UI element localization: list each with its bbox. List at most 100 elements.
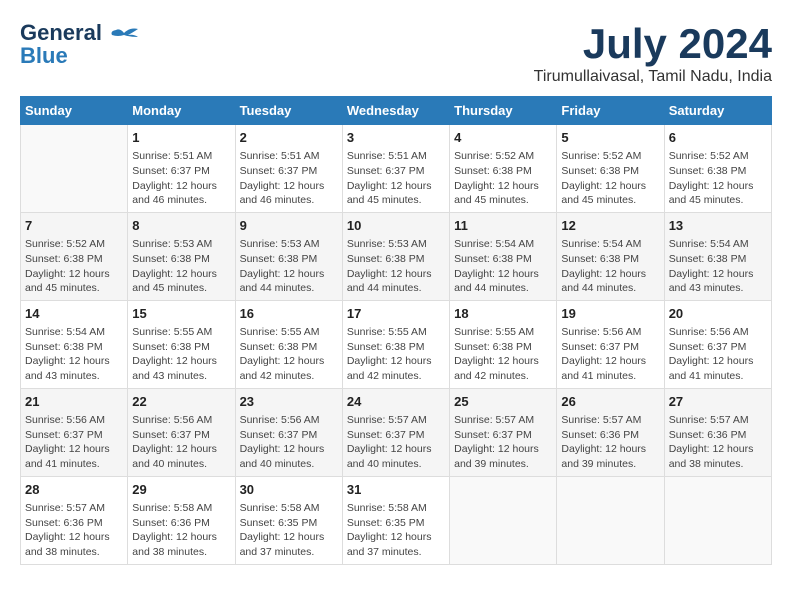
- day-number: 7: [25, 217, 123, 235]
- day-number: 1: [132, 129, 230, 147]
- calendar-cell: 21 Sunrise: 5:56 AM Sunset: 6:37 PM Dayli…: [21, 388, 128, 476]
- calendar-cell: 6Sunrise: 5:52 AM Sunset: 6:38 PM Daylig…: [664, 125, 771, 213]
- calendar-cell: 18 Sunrise: 5:55 AM Sunset: 6:38 PM Dayli…: [450, 300, 557, 388]
- day-number: 20: [669, 305, 767, 323]
- week-row-5: 28 Sunrise: 5:57 AM Sunset: 6:36 PM Dayli…: [21, 476, 772, 564]
- month-title: July 2024: [534, 20, 772, 68]
- day-number: 28: [25, 481, 123, 499]
- calendar-cell: 22Sunrise: 5:56 AM Sunset: 6:37 PM Dayli…: [128, 388, 235, 476]
- logo-bird-icon: [108, 25, 140, 47]
- day-number: 11: [454, 217, 552, 235]
- calendar-cell: 19Sunrise: 5:56 AM Sunset: 6:37 PM Dayli…: [557, 300, 664, 388]
- day-info: Sunrise: 5:51 AM Sunset: 6:37 PM Dayligh…: [132, 149, 230, 208]
- week-row-3: 14 Sunrise: 5:54 AM Sunset: 6:38 PM Dayli…: [21, 300, 772, 388]
- weekday-header-tuesday: Tuesday: [235, 97, 342, 125]
- weekday-header-sunday: Sunday: [21, 97, 128, 125]
- day-number: 2: [240, 129, 338, 147]
- day-number: 29: [132, 481, 230, 499]
- day-number: 14: [25, 305, 123, 323]
- day-number: 17: [347, 305, 445, 323]
- calendar-cell: [450, 476, 557, 564]
- calendar-cell: 9 Sunrise: 5:53 AM Sunset: 6:38 PM Daylig…: [235, 212, 342, 300]
- location: Tirumullaivasal, Tamil Nadu, India: [534, 68, 772, 86]
- calendar-cell: 29 Sunrise: 5:58 AM Sunset: 6:36 PM Dayli…: [128, 476, 235, 564]
- calendar-cell: 3 Sunrise: 5:51 AM Sunset: 6:37 PM Daylig…: [342, 125, 449, 213]
- day-info: Sunrise: 5:52 AM Sunset: 6:38 PM Dayligh…: [25, 237, 123, 296]
- calendar-cell: 11Sunrise: 5:54 AM Sunset: 6:38 PM Dayli…: [450, 212, 557, 300]
- day-info: Sunrise: 5:58 AM Sunset: 6:36 PM Dayligh…: [132, 501, 230, 560]
- calendar-cell: 4 Sunrise: 5:52 AM Sunset: 6:38 PM Daylig…: [450, 125, 557, 213]
- day-info: Sunrise: 5:55 AM Sunset: 6:38 PM Dayligh…: [240, 325, 338, 384]
- day-info: Sunrise: 5:56 AM Sunset: 6:37 PM Dayligh…: [25, 413, 123, 472]
- calendar-cell: 16 Sunrise: 5:55 AM Sunset: 6:38 PM Dayli…: [235, 300, 342, 388]
- calendar-cell: 28 Sunrise: 5:57 AM Sunset: 6:36 PM Dayli…: [21, 476, 128, 564]
- day-number: 6: [669, 129, 767, 147]
- calendar-cell: 5 Sunrise: 5:52 AM Sunset: 6:38 PM Daylig…: [557, 125, 664, 213]
- calendar-cell: [557, 476, 664, 564]
- week-row-2: 7 Sunrise: 5:52 AM Sunset: 6:38 PM Daylig…: [21, 212, 772, 300]
- day-info: Sunrise: 5:54 AM Sunset: 6:38 PM Dayligh…: [25, 325, 123, 384]
- day-number: 4: [454, 129, 552, 147]
- calendar-cell: 12Sunrise: 5:54 AM Sunset: 6:38 PM Dayli…: [557, 212, 664, 300]
- calendar-cell: 8 Sunrise: 5:53 AM Sunset: 6:38 PM Daylig…: [128, 212, 235, 300]
- day-info: Sunrise: 5:58 AM Sunset: 6:35 PM Dayligh…: [347, 501, 445, 560]
- calendar-cell: 26Sunrise: 5:57 AM Sunset: 6:36 PM Dayli…: [557, 388, 664, 476]
- day-number: 25: [454, 393, 552, 411]
- calendar-cell: 20 Sunrise: 5:56 AM Sunset: 6:37 PM Dayli…: [664, 300, 771, 388]
- day-number: 21: [25, 393, 123, 411]
- calendar-cell: 30 Sunrise: 5:58 AM Sunset: 6:35 PM Dayli…: [235, 476, 342, 564]
- week-row-4: 21 Sunrise: 5:56 AM Sunset: 6:37 PM Dayli…: [21, 388, 772, 476]
- calendar-table: SundayMondayTuesdayWednesdayThursdayFrid…: [20, 96, 772, 565]
- day-info: Sunrise: 5:57 AM Sunset: 6:37 PM Dayligh…: [347, 413, 445, 472]
- calendar-cell: 17 Sunrise: 5:55 AM Sunset: 6:38 PM Dayli…: [342, 300, 449, 388]
- day-number: 5: [561, 129, 659, 147]
- calendar-cell: 10Sunrise: 5:53 AM Sunset: 6:38 PM Dayli…: [342, 212, 449, 300]
- day-info: Sunrise: 5:52 AM Sunset: 6:38 PM Dayligh…: [561, 149, 659, 208]
- day-info: Sunrise: 5:52 AM Sunset: 6:38 PM Dayligh…: [454, 149, 552, 208]
- day-info: Sunrise: 5:57 AM Sunset: 6:36 PM Dayligh…: [25, 501, 123, 560]
- day-number: 30: [240, 481, 338, 499]
- day-info: Sunrise: 5:53 AM Sunset: 6:38 PM Dayligh…: [132, 237, 230, 296]
- weekday-header-monday: Monday: [128, 97, 235, 125]
- day-info: Sunrise: 5:55 AM Sunset: 6:38 PM Dayligh…: [454, 325, 552, 384]
- day-info: Sunrise: 5:57 AM Sunset: 6:36 PM Dayligh…: [561, 413, 659, 472]
- calendar-cell: 25Sunrise: 5:57 AM Sunset: 6:37 PM Dayli…: [450, 388, 557, 476]
- day-number: 31: [347, 481, 445, 499]
- calendar-cell: [664, 476, 771, 564]
- day-info: Sunrise: 5:54 AM Sunset: 6:38 PM Dayligh…: [669, 237, 767, 296]
- day-number: 24: [347, 393, 445, 411]
- day-number: 15: [132, 305, 230, 323]
- weekday-header-row: SundayMondayTuesdayWednesdayThursdayFrid…: [21, 97, 772, 125]
- week-row-1: 1 Sunrise: 5:51 AM Sunset: 6:37 PM Daylig…: [21, 125, 772, 213]
- calendar-cell: [21, 125, 128, 213]
- day-number: 8: [132, 217, 230, 235]
- day-number: 12: [561, 217, 659, 235]
- day-info: Sunrise: 5:56 AM Sunset: 6:37 PM Dayligh…: [132, 413, 230, 472]
- day-number: 18: [454, 305, 552, 323]
- weekday-header-friday: Friday: [557, 97, 664, 125]
- day-number: 23: [240, 393, 338, 411]
- day-info: Sunrise: 5:57 AM Sunset: 6:36 PM Dayligh…: [669, 413, 767, 472]
- day-info: Sunrise: 5:51 AM Sunset: 6:37 PM Dayligh…: [347, 149, 445, 208]
- calendar-cell: 7 Sunrise: 5:52 AM Sunset: 6:38 PM Daylig…: [21, 212, 128, 300]
- day-info: Sunrise: 5:56 AM Sunset: 6:37 PM Dayligh…: [240, 413, 338, 472]
- calendar-cell: 15Sunrise: 5:55 AM Sunset: 6:38 PM Dayli…: [128, 300, 235, 388]
- day-info: Sunrise: 5:56 AM Sunset: 6:37 PM Dayligh…: [669, 325, 767, 384]
- calendar-cell: 13 Sunrise: 5:54 AM Sunset: 6:38 PM Dayli…: [664, 212, 771, 300]
- day-info: Sunrise: 5:53 AM Sunset: 6:38 PM Dayligh…: [240, 237, 338, 296]
- day-info: Sunrise: 5:55 AM Sunset: 6:38 PM Dayligh…: [347, 325, 445, 384]
- header: General Blue July 2024 Tirumullaivasal, …: [20, 20, 772, 86]
- weekday-header-wednesday: Wednesday: [342, 97, 449, 125]
- day-info: Sunrise: 5:58 AM Sunset: 6:35 PM Dayligh…: [240, 501, 338, 560]
- day-number: 27: [669, 393, 767, 411]
- calendar-cell: 23 Sunrise: 5:56 AM Sunset: 6:37 PM Dayli…: [235, 388, 342, 476]
- day-number: 9: [240, 217, 338, 235]
- weekday-header-thursday: Thursday: [450, 97, 557, 125]
- day-number: 3: [347, 129, 445, 147]
- day-number: 13: [669, 217, 767, 235]
- calendar-cell: 1 Sunrise: 5:51 AM Sunset: 6:37 PM Daylig…: [128, 125, 235, 213]
- calendar-cell: 27 Sunrise: 5:57 AM Sunset: 6:36 PM Dayli…: [664, 388, 771, 476]
- weekday-header-saturday: Saturday: [664, 97, 771, 125]
- logo: General Blue: [20, 20, 140, 69]
- day-number: 16: [240, 305, 338, 323]
